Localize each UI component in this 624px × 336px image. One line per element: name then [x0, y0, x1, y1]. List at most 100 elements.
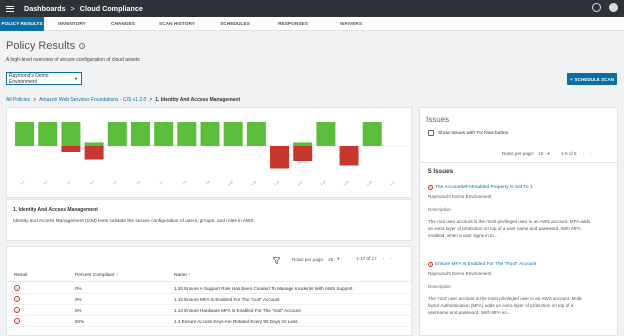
header-subtitle: Cloud Compliance [79, 4, 143, 13]
issue-header[interactable]: ! Ensure MFA Is Enabled For The "Root" A… [428, 262, 614, 267]
chart-tick-label: 1.13 [296, 179, 303, 186]
environment-select[interactable]: Raymond's Demo Environment ▼ [6, 72, 82, 85]
tab-policy-results[interactable]: POLICY RESULTS [0, 17, 44, 31]
chart-bar-pass[interactable] [84, 142, 104, 146]
user-icon[interactable] [609, 3, 618, 12]
column-result[interactable]: Result [14, 273, 28, 278]
chart-tick-label: 1.12 [273, 179, 280, 186]
tab-waivers[interactable]: WAIVERS [324, 17, 378, 31]
breadcrumb-separator: > [33, 97, 37, 103]
chart-bar-pass[interactable] [38, 122, 58, 146]
issue-description-line: The 'root' user account is the most priv… [428, 296, 583, 301]
issue-description-line: factor Authentication (MFA) adds an extr… [428, 303, 574, 308]
issue-description-line: username and password. With MFA en... [428, 310, 511, 315]
table-row[interactable]: ! 0% 1.14 Ensure Hardware MFA Is Enabled… [7, 305, 413, 316]
chart-bar-fail[interactable] [61, 146, 81, 152]
menu-icon[interactable] [6, 5, 18, 12]
table-row[interactable]: ! 0% 1.13 Ensure MFA Is Enabled For The … [7, 294, 413, 305]
gear-icon[interactable] [592, 3, 601, 12]
chart-bar-pass[interactable] [362, 122, 382, 146]
filter-icon[interactable] [273, 257, 280, 264]
sort-arrow-icon: ↑ [115, 273, 119, 278]
chart-bar-pass[interactable] [246, 122, 266, 146]
prev-page-icon[interactable]: ‹ [583, 151, 585, 156]
chart-bar-pass[interactable] [154, 122, 174, 146]
chart-bar-pass[interactable] [15, 122, 35, 146]
chart-bar-pass[interactable] [61, 122, 81, 146]
fix-now-checkbox[interactable] [428, 130, 434, 136]
percent-cell: 0% [75, 308, 82, 313]
fail-icon: ! [14, 307, 20, 313]
fix-now-checkbox-row[interactable]: Show Issues with Fix Now button [428, 130, 508, 136]
rows-per-page: Rows per page: 25 ▾ [292, 256, 340, 262]
rows-per-page-select[interactable]: 25 [328, 257, 333, 262]
chart-bar-pass[interactable] [293, 142, 313, 146]
chart-bar-pass[interactable] [130, 122, 150, 146]
breadcrumb: All Policies > Amazon Web Services Found… [6, 97, 240, 103]
chart-tick-label: 1.9 [205, 179, 211, 185]
chart-bar-fail[interactable] [293, 146, 313, 161]
next-page-icon[interactable]: › [390, 256, 392, 261]
tab-scan-history[interactable]: SCAN HISTORY [146, 17, 208, 31]
percent-cell: 0% [75, 286, 82, 291]
name-cell[interactable]: 1.14 Ensure Hardware MFA Is Enabled For … [174, 308, 301, 313]
table-header: Result Percent Compliant ↑ Name ↑ [7, 271, 413, 282]
header-breadcrumb: Dashboards > Cloud Compliance [24, 4, 143, 13]
issue-title[interactable]: The AccountMFAEnabled Property Is Set To… [435, 185, 533, 190]
description-title: 1. Identity And Access Management [13, 207, 98, 213]
breadcrumb-separator: > [149, 97, 153, 103]
tab-inventory[interactable]: INVENTORY [44, 17, 100, 31]
chart-bar-pass[interactable] [200, 122, 220, 146]
issue-item: ! The AccountMFAEnabled Property Is Set … [428, 185, 614, 239]
name-cell[interactable]: 1.4 Ensure Access Keys Are Rotated Every… [174, 319, 298, 324]
header-title[interactable]: Dashboards [24, 4, 66, 13]
issues-rows-per-page-select[interactable]: 10 [538, 151, 543, 157]
issues-title: Issues [426, 115, 450, 124]
fail-icon: ! [14, 296, 20, 302]
chart-bar-pass[interactable] [177, 122, 197, 146]
table-row[interactable]: ! 0% 1.20 Ensure A Support Role Has Been… [7, 283, 413, 294]
fail-icon: ! [14, 285, 20, 291]
chevron-down-icon[interactable]: ▾ [547, 151, 549, 157]
chart-bar-pass[interactable] [223, 122, 243, 146]
issue-title[interactable]: Ensure MFA Is Enabled For The "Root" Acc… [435, 262, 536, 267]
breadcrumb-current: 1. Identity And Access Management [155, 97, 241, 103]
page-subtitle: A high-level overview of secure configur… [6, 57, 140, 63]
breadcrumb-aws-foundations[interactable]: Amazon Web Services Foundations - CIS v1… [39, 97, 146, 103]
tab-bar: POLICY RESULTS INVENTORY CHANGES SCAN HI… [0, 17, 624, 31]
issue-description-label: Description [428, 284, 451, 289]
issue-description-line: The root user account is the most privil… [428, 219, 591, 224]
issues-range: 1-5 of 5 [561, 151, 577, 156]
column-percent-compliant[interactable]: Percent Compliant ↑ [75, 273, 118, 278]
chart-bar-fail[interactable] [84, 146, 104, 160]
chevron-down-icon[interactable]: ▾ [337, 256, 339, 262]
results-table-panel: Rows per page: 25 ▾ 1-17 of 17 ‹ › Resul… [6, 246, 413, 336]
description-text: Identity and Access Management (IAM) tes… [13, 219, 255, 224]
issue-description-line: an extra layer of protection on top of a… [428, 226, 581, 231]
chart-bar-fail[interactable] [270, 146, 290, 169]
schedule-scan-button[interactable]: + SCHEDULE SCAN [567, 73, 617, 85]
issue-header[interactable]: ! The AccountMFAEnabled Property Is Set … [428, 185, 614, 190]
chart-bar-pass[interactable] [107, 122, 127, 146]
help-icon[interactable]: ? [79, 43, 86, 49]
chart-bar-fail[interactable] [339, 146, 359, 166]
issue-description-line: enabled, when a user signs in to... [428, 233, 498, 238]
breadcrumb-all-policies[interactable]: All Policies [6, 97, 30, 103]
percent-cell: 50% [75, 319, 85, 324]
name-cell[interactable]: 1.20 Ensure A Support Role Has Been Crea… [174, 286, 353, 291]
tab-changes[interactable]: CHANGES [100, 17, 146, 31]
divider [420, 162, 619, 163]
issue-environment: Raymond's Demo Environment [428, 271, 492, 276]
name-cell[interactable]: 1.13 Ensure MFA Is Enabled For The "root… [174, 297, 280, 302]
table-row[interactable]: ! 50% 1.4 Ensure Access Keys Are Rotated… [7, 316, 413, 327]
tab-schedules[interactable]: SCHEDULES [208, 17, 262, 31]
chart-bar-pass[interactable] [316, 122, 336, 146]
next-page-icon[interactable]: › [590, 151, 592, 156]
tab-responses[interactable]: RESPONSES [262, 17, 324, 31]
column-name[interactable]: Name ↑ [174, 273, 191, 278]
chart-tick-label: 1.10 [227, 179, 234, 186]
prev-page-icon[interactable]: ‹ [383, 256, 385, 261]
issues-panel: Issues Show Issues with Fix Now button R… [419, 107, 619, 336]
chart-tick-label: 1.5 [112, 179, 118, 185]
chart-tick-label: 1.4 [89, 179, 95, 185]
